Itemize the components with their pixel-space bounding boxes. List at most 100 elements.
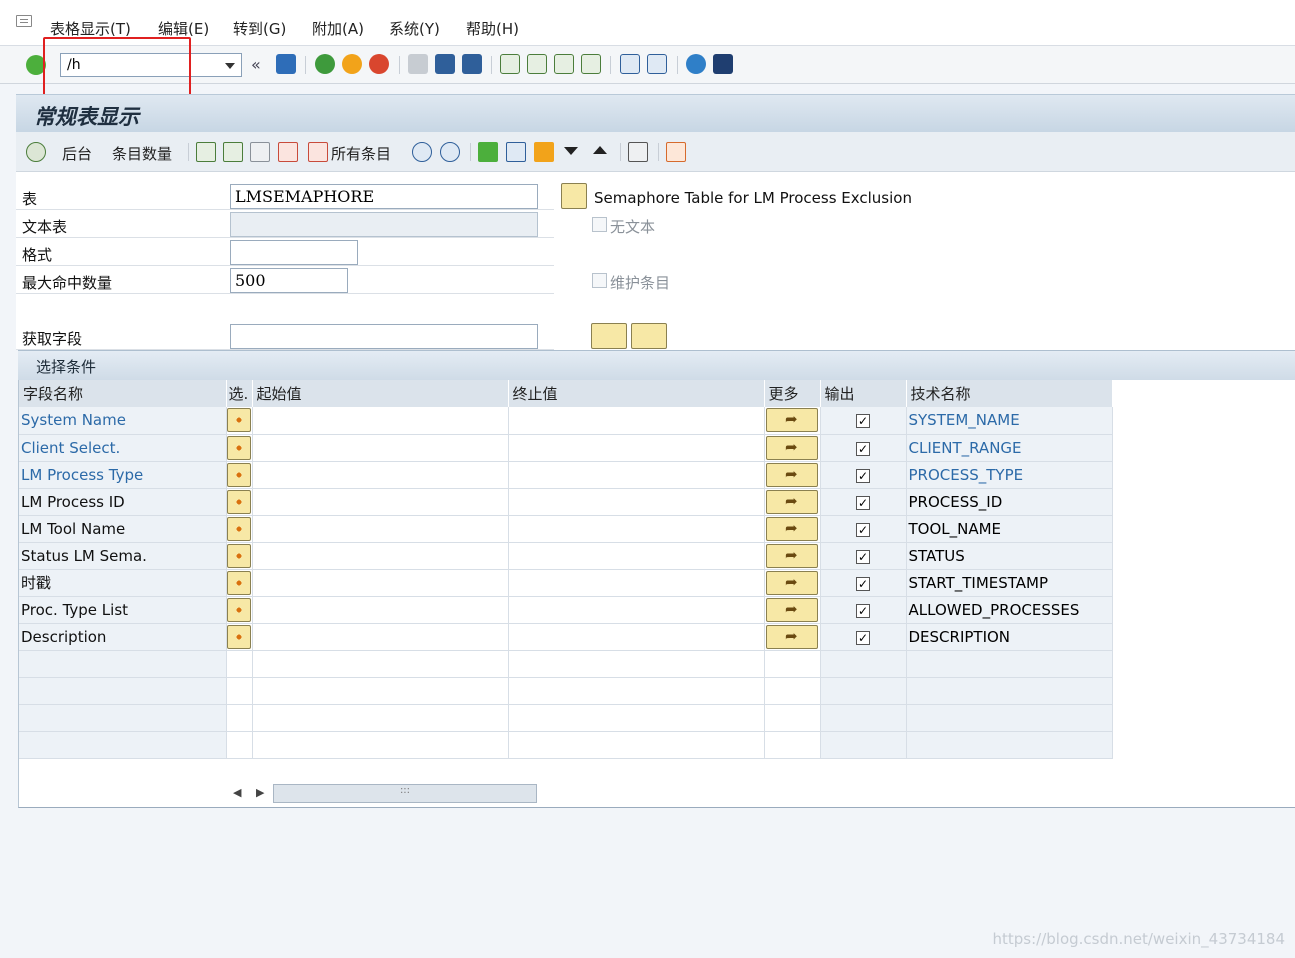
selection-option-icon[interactable] bbox=[227, 408, 251, 433]
undo-icon[interactable] bbox=[506, 142, 526, 162]
from-value-input[interactable] bbox=[252, 623, 509, 651]
double-chevron-left-icon[interactable]: « bbox=[251, 55, 271, 75]
save-icon[interactable] bbox=[276, 54, 296, 74]
scroll-left-icon[interactable]: ◀ bbox=[233, 786, 241, 799]
to-value-input[interactable] bbox=[508, 596, 765, 624]
output-checkbox[interactable]: ✓ bbox=[856, 468, 870, 483]
menu-edit[interactable]: 编辑(E) bbox=[158, 18, 209, 39]
from-value-input[interactable] bbox=[252, 488, 509, 516]
from-value-input[interactable] bbox=[252, 407, 509, 435]
create-shortcut-icon[interactable] bbox=[647, 54, 667, 74]
export-icon[interactable] bbox=[666, 142, 686, 162]
selection-option-icon[interactable] bbox=[227, 435, 251, 460]
output-checkbox[interactable]: ✓ bbox=[856, 630, 870, 645]
to-value-input[interactable] bbox=[508, 488, 765, 516]
selection-option-icon[interactable] bbox=[227, 597, 251, 622]
col-from[interactable]: 起始值 bbox=[252, 380, 509, 407]
select-all-icon[interactable] bbox=[196, 142, 216, 162]
output-checkbox[interactable]: ✓ bbox=[856, 549, 870, 564]
horizontal-scrollbar[interactable]: ◀ ▶ ::: bbox=[19, 780, 1295, 806]
table-info-icon[interactable] bbox=[561, 183, 587, 209]
find-next-icon[interactable] bbox=[462, 54, 482, 74]
to-value-input[interactable] bbox=[508, 515, 765, 543]
fields-import-icon[interactable] bbox=[591, 323, 627, 349]
selection-option-icon[interactable] bbox=[227, 462, 251, 487]
menu-system[interactable]: 系统(Y) bbox=[389, 18, 440, 39]
back-icon[interactable] bbox=[315, 54, 335, 74]
multiple-selection-icon[interactable] bbox=[766, 570, 818, 595]
output-checkbox[interactable]: ✓ bbox=[856, 576, 870, 591]
find-icon[interactable] bbox=[435, 54, 455, 74]
scroll-right-icon[interactable]: ▶ bbox=[256, 786, 264, 799]
output-checkbox[interactable]: ✓ bbox=[856, 414, 870, 429]
to-value-input[interactable] bbox=[508, 542, 765, 570]
multiple-selection-icon[interactable] bbox=[766, 516, 818, 541]
last-page-icon[interactable] bbox=[581, 54, 601, 74]
selection-option-icon[interactable] bbox=[227, 489, 251, 514]
to-value-input[interactable] bbox=[508, 434, 765, 462]
col-field-name[interactable]: 字段名称 bbox=[19, 380, 227, 407]
triangle-down-icon[interactable] bbox=[564, 147, 578, 155]
help-icon[interactable] bbox=[686, 54, 706, 74]
select-block-icon[interactable] bbox=[223, 142, 243, 162]
menu-goto[interactable]: 转到(G) bbox=[233, 18, 286, 39]
person-icon[interactable] bbox=[628, 142, 648, 162]
execute-icon[interactable] bbox=[26, 142, 46, 162]
get-fields-field[interactable] bbox=[230, 324, 538, 349]
triangle-up-icon[interactable] bbox=[593, 146, 607, 154]
entry-count-button[interactable]: 条目数量 bbox=[112, 143, 172, 164]
background-button[interactable]: 后台 bbox=[62, 143, 92, 164]
to-value-input[interactable] bbox=[508, 569, 765, 597]
from-value-input[interactable] bbox=[252, 596, 509, 624]
zoom-out-icon[interactable] bbox=[412, 142, 432, 162]
col-tech-name[interactable]: 技术名称 bbox=[906, 380, 1113, 407]
no-text-checkbox[interactable] bbox=[592, 217, 607, 232]
all-entries-button[interactable]: 所有条目 bbox=[331, 143, 391, 164]
selection-option-icon[interactable] bbox=[227, 570, 251, 595]
from-value-input[interactable] bbox=[252, 461, 509, 489]
to-value-input[interactable] bbox=[508, 461, 765, 489]
layout-menu-icon[interactable] bbox=[713, 54, 733, 74]
new-session-icon[interactable] bbox=[620, 54, 640, 74]
zoom-in-icon[interactable] bbox=[440, 142, 460, 162]
next-page-icon[interactable] bbox=[554, 54, 574, 74]
from-value-input[interactable] bbox=[252, 434, 509, 462]
col-more[interactable]: 更多 bbox=[764, 380, 821, 407]
from-value-input[interactable] bbox=[252, 515, 509, 543]
multiple-selection-icon[interactable] bbox=[766, 597, 818, 622]
cancel-icon[interactable] bbox=[369, 54, 389, 74]
menu-help[interactable]: 帮助(H) bbox=[466, 18, 519, 39]
fields-export-icon[interactable] bbox=[631, 323, 667, 349]
multiple-selection-icon[interactable] bbox=[766, 543, 818, 568]
from-value-input[interactable] bbox=[252, 569, 509, 597]
pencil-icon[interactable] bbox=[534, 142, 554, 162]
to-value-input[interactable] bbox=[508, 407, 765, 435]
col-output[interactable]: 输出 bbox=[820, 380, 907, 407]
multiple-selection-icon[interactable] bbox=[766, 408, 818, 433]
multiple-selection-icon[interactable] bbox=[766, 489, 818, 514]
multiple-selection-icon[interactable] bbox=[766, 462, 818, 487]
layers-icon[interactable] bbox=[478, 142, 498, 162]
output-checkbox[interactable]: ✓ bbox=[856, 603, 870, 618]
multiple-selection-icon[interactable] bbox=[766, 624, 818, 649]
output-checkbox[interactable]: ✓ bbox=[856, 441, 870, 456]
table-field[interactable]: LMSEMAPHORE bbox=[230, 184, 538, 209]
col-select[interactable]: 选. bbox=[226, 380, 253, 407]
output-checkbox[interactable]: ✓ bbox=[856, 522, 870, 537]
multiple-selection-icon[interactable] bbox=[766, 435, 818, 460]
selection-option-icon[interactable] bbox=[227, 624, 251, 649]
format-field[interactable] bbox=[230, 240, 358, 265]
output-checkbox[interactable]: ✓ bbox=[856, 495, 870, 510]
delete-row-icon[interactable] bbox=[278, 142, 298, 162]
selection-option-icon[interactable] bbox=[227, 516, 251, 541]
maintain-entries-checkbox[interactable] bbox=[592, 273, 607, 288]
all-entries-icon[interactable] bbox=[308, 142, 328, 162]
deselect-icon[interactable] bbox=[250, 142, 270, 162]
max-hits-field[interactable]: 500 bbox=[230, 268, 348, 293]
system-menu-icon[interactable] bbox=[16, 15, 32, 27]
chevron-down-icon[interactable] bbox=[225, 63, 235, 69]
scroll-thumb[interactable]: ::: bbox=[273, 784, 537, 803]
selection-option-icon[interactable] bbox=[227, 543, 251, 568]
from-value-input[interactable] bbox=[252, 542, 509, 570]
print-icon[interactable] bbox=[408, 54, 428, 74]
